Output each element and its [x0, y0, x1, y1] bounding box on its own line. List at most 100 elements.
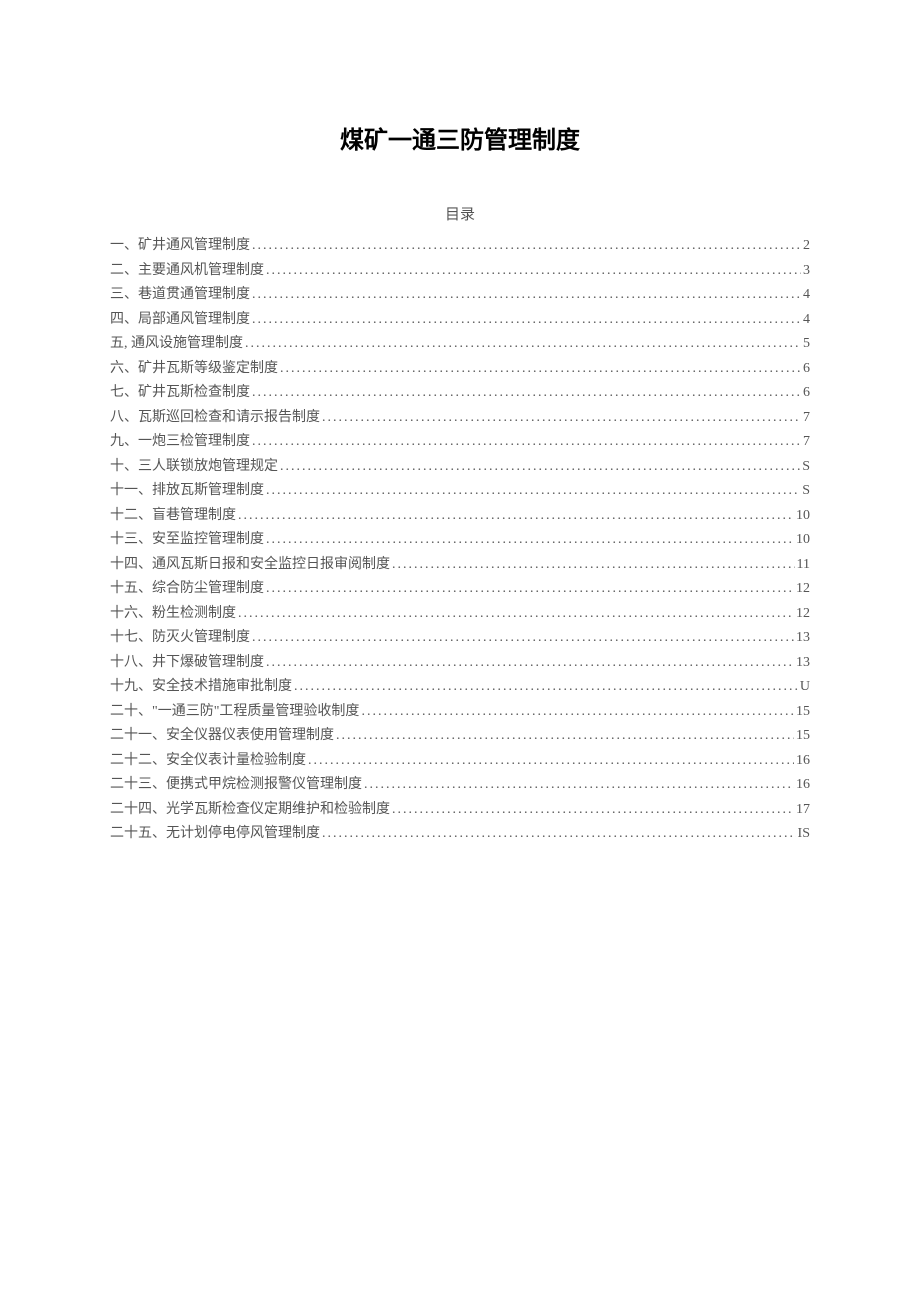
toc-row: 二十四、光学瓦斯检查仪定期维护和检验制度 17 [110, 798, 810, 823]
toc-row: 六、矿井瓦斯等级鉴定制度 6 [110, 357, 810, 382]
toc-entry-text: 九、一炮三检管理制度 [110, 430, 250, 455]
toc-row: 十五、综合防尘管理制度 12 [110, 577, 810, 602]
toc-entry-text: 十八、井下爆破管理制度 [110, 651, 264, 676]
toc-row: 十六、粉生检测制度 12 [110, 602, 810, 627]
toc-leader-dots [252, 381, 801, 406]
toc-row: 七、矿井瓦斯检查制度 6 [110, 381, 810, 406]
toc-leader-dots [252, 283, 801, 308]
toc-entry-text: 十二、盲巷管理制度 [110, 504, 236, 529]
toc-entry-text: 十四、通风瓦斯日报和安全监控日报审阅制度 [110, 553, 390, 578]
toc-entry-page: 6 [803, 357, 810, 382]
toc-entry-page: 16 [796, 749, 810, 774]
toc-entry-text: 七、矿井瓦斯检查制度 [110, 381, 250, 406]
toc-entry-text: 二十五、无计划停电停风管理制度 [110, 822, 320, 847]
toc-leader-dots [322, 822, 796, 847]
toc-entry-text: 十七、防灭火管理制度 [110, 626, 250, 651]
toc-entry-text: 十五、综合防尘管理制度 [110, 577, 264, 602]
toc-heading: 目录 [110, 203, 810, 224]
toc-entry-page: IS [798, 822, 810, 847]
toc-entry-page: 13 [796, 651, 810, 676]
table-of-contents: 一、矿井通风管理制度2二、主要通风机管理制度3三、巷道贯通管理制度4四、局部通风… [110, 234, 810, 847]
toc-row: 十四、通风瓦斯日报和安全监控日报审阅制度 11 [110, 553, 810, 578]
toc-row: 四、局部通风管理制度 4 [110, 308, 810, 333]
toc-leader-dots [252, 308, 801, 333]
toc-entry-page: 3 [803, 259, 810, 284]
toc-row: 十一、排放瓦斯管理制度 S [110, 479, 810, 504]
toc-leader-dots [252, 626, 794, 651]
toc-row: 三、巷道贯通管理制度 4 [110, 283, 810, 308]
toc-entry-text: 十一、排放瓦斯管理制度 [110, 479, 264, 504]
toc-entry-text: 三、巷道贯通管理制度 [110, 283, 250, 308]
toc-entry-page: 7 [803, 430, 810, 455]
toc-leader-dots [280, 455, 800, 480]
toc-leader-dots [266, 479, 800, 504]
toc-row: 二十三、便携式甲烷检测报警仪管理制度 16 [110, 773, 810, 798]
toc-row: 八、瓦斯巡回检查和请示报告制度 7 [110, 406, 810, 431]
toc-entry-text: 十三、安至监控管理制度 [110, 528, 264, 553]
toc-leader-dots [392, 553, 795, 578]
toc-entry-page: 4 [803, 283, 810, 308]
toc-entry-text: 一、矿井通风管理制度 [110, 234, 250, 259]
toc-entry-page: 11 [797, 553, 810, 578]
toc-leader-dots [392, 798, 794, 823]
toc-row: 十七、防灭火管理制度 13 [110, 626, 810, 651]
toc-entry-page: 5 [803, 332, 810, 357]
toc-leader-dots [361, 700, 794, 725]
toc-leader-dots [336, 724, 794, 749]
toc-entry-text: 二十三、便携式甲烷检测报警仪管理制度 [110, 773, 362, 798]
toc-entry-page: S [802, 479, 810, 504]
toc-entry-page: 10 [796, 528, 810, 553]
toc-row: 一、矿井通风管理制度 2 [110, 234, 810, 259]
toc-row: 九、一炮三检管理制度 7 [110, 430, 810, 455]
toc-leader-dots [266, 577, 794, 602]
toc-row: 十九、安全技术措施审批制度 U [110, 675, 810, 700]
toc-entry-text: 二、主要通风机管理制度 [110, 259, 264, 284]
toc-leader-dots [364, 773, 794, 798]
toc-row: 十二、盲巷管理制度 10 [110, 504, 810, 529]
toc-entry-page: 7 [803, 406, 810, 431]
toc-row: 二十二、安全仪表计量检验制度 16 [110, 749, 810, 774]
toc-row: 二十一、安全仪器仪表使用管理制度 15 [110, 724, 810, 749]
toc-entry-text: 十九、安全技术措施审批制度 [110, 675, 292, 700]
toc-row: 二十五、无计划停电停风管理制度 IS [110, 822, 810, 847]
toc-row: 五, 通风设施管理制度 5 [110, 332, 810, 357]
toc-entry-text: 二十二、安全仪表计量检验制度 [110, 749, 306, 774]
toc-leader-dots [322, 406, 801, 431]
toc-entry-page: 15 [796, 700, 810, 725]
toc-entry-text: 二十四、光学瓦斯检查仪定期维护和检验制度 [110, 798, 390, 823]
toc-entry-page: 12 [796, 602, 810, 627]
document-title: 煤矿一通三防管理制度 [110, 120, 810, 155]
toc-entry-text: 二十一、安全仪器仪表使用管理制度 [110, 724, 334, 749]
toc-row: 二、主要通风机管理制度 3 [110, 259, 810, 284]
toc-entry-page: 6 [803, 381, 810, 406]
toc-entry-text: 六、矿井瓦斯等级鉴定制度 [110, 357, 278, 382]
toc-entry-text: 八、瓦斯巡回检查和请示报告制度 [110, 406, 320, 431]
toc-entry-text: 四、局部通风管理制度 [110, 308, 250, 333]
toc-leader-dots [238, 602, 794, 627]
toc-leader-dots [245, 332, 801, 357]
toc-leader-dots [266, 259, 801, 284]
toc-leader-dots [266, 528, 794, 553]
toc-entry-page: 12 [796, 577, 810, 602]
toc-entry-text: 五, 通风设施管理制度 [110, 332, 243, 357]
toc-entry-page: 16 [796, 773, 810, 798]
toc-entry-text: 十六、粉生检测制度 [110, 602, 236, 627]
toc-row: 十八、井下爆破管理制度 13 [110, 651, 810, 676]
toc-entry-page: 10 [796, 504, 810, 529]
toc-entry-text: 十、三人联锁放炮管理规定 [110, 455, 278, 480]
toc-entry-page: 17 [796, 798, 810, 823]
toc-entry-page: 13 [796, 626, 810, 651]
toc-row: 二十、"一通三防"工程质量管理验收制度 15 [110, 700, 810, 725]
toc-leader-dots [266, 651, 794, 676]
toc-entry-page: S [802, 455, 810, 480]
toc-leader-dots [238, 504, 794, 529]
toc-entry-page: 2 [803, 234, 810, 259]
toc-leader-dots [294, 675, 798, 700]
toc-leader-dots [252, 234, 801, 259]
toc-row: 十、三人联锁放炮管理规定 S [110, 455, 810, 480]
toc-row: 十三、安至监控管理制度 10 [110, 528, 810, 553]
toc-entry-text: 二十、"一通三防"工程质量管理验收制度 [110, 700, 359, 725]
toc-entry-page: 15 [796, 724, 810, 749]
toc-entry-page: 4 [803, 308, 810, 333]
toc-leader-dots [308, 749, 794, 774]
